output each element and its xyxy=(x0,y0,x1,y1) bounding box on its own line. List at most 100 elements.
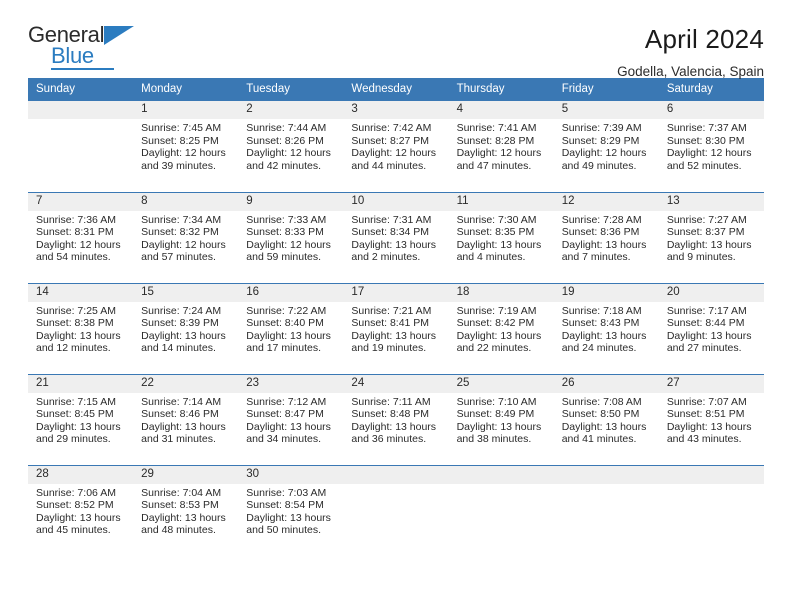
day-detail-line: Daylight: 13 hours xyxy=(141,511,226,524)
day-number: 29 xyxy=(133,465,239,484)
day-detail-line: Sunrise: 7:27 AM xyxy=(666,213,747,226)
day-detail-line: Sunrise: 7:30 AM xyxy=(456,213,537,226)
day-detail-line: Daylight: 13 hours xyxy=(561,420,647,433)
day-cell-17[interactable]: 17 Sunrise: 7:21 AM Sunset: 8:41 PM Dayligh… xyxy=(343,282,449,374)
day-detail-line: Daylight: 12 hours xyxy=(561,147,647,160)
day-detail-line: Sunset: 8:49 PM xyxy=(456,408,535,421)
day-detail-line: Sunset: 8:30 PM xyxy=(666,134,745,147)
day-cell-29[interactable]: 29 Sunrise: 7:04 AM Sunset: 8:53 PM Dayligh… xyxy=(133,464,239,556)
day-cell-18[interactable]: 18 Sunrise: 7:19 AM Sunset: 8:42 PM Dayligh… xyxy=(448,282,554,374)
day-number: 19 xyxy=(553,283,659,302)
day-cell-3[interactable]: 3 Sunrise: 7:42 AM Sunset: 8:27 PM Daylight… xyxy=(343,101,449,192)
day-detail-line: and 57 minutes. xyxy=(141,251,216,264)
day-number: 13 xyxy=(658,192,764,211)
day-number: 30 xyxy=(238,465,344,484)
day-detail-line: and 42 minutes. xyxy=(246,159,321,172)
day-cell-19[interactable]: 19 Sunrise: 7:18 AM Sunset: 8:43 PM Dayligh… xyxy=(553,282,659,374)
day-detail-line: Sunrise: 7:07 AM xyxy=(666,395,747,408)
day-detail-line: Daylight: 12 hours xyxy=(246,238,331,251)
day-details: Sunrise: 7:44 AM Sunset: 8:26 PM Daylight:… xyxy=(238,119,343,172)
day-detail-line: Sunset: 8:44 PM xyxy=(666,317,745,330)
day-number xyxy=(343,465,449,484)
day-cell-26[interactable]: 26 Sunrise: 7:08 AM Sunset: 8:50 PM Dayligh… xyxy=(553,373,659,465)
day-details: Sunrise: 7:24 AM Sunset: 8:39 PM Daylight:… xyxy=(133,302,238,355)
day-details: Sunrise: 7:08 AM Sunset: 8:50 PM Daylight:… xyxy=(554,393,659,446)
day-detail-line: Daylight: 12 hours xyxy=(141,147,226,160)
day-cell-22[interactable]: 22 Sunrise: 7:14 AM Sunset: 8:46 PM Dayligh… xyxy=(133,373,239,465)
day-cell-9[interactable]: 9 Sunrise: 7:33 AM Sunset: 8:33 PM Daylight… xyxy=(238,191,344,283)
brand-logo[interactable]: General Blue xyxy=(28,24,140,72)
page-subtitle: Godella, Valencia, Spain xyxy=(617,64,764,79)
calendar-week-row: 28 Sunrise: 7:06 AM Sunset: 8:52 PM Dayligh… xyxy=(28,464,764,556)
day-cell-7[interactable]: 7 Sunrise: 7:36 AM Sunset: 8:31 PM Daylight… xyxy=(28,191,134,283)
page-title: April 2024 xyxy=(644,24,764,54)
day-number xyxy=(28,101,134,119)
day-detail-line: Sunrise: 7:18 AM xyxy=(561,304,642,317)
day-detail-line: and 22 minutes. xyxy=(456,342,532,355)
calendar-week-row: 14 Sunrise: 7:25 AM Sunset: 8:38 PM Dayligh… xyxy=(28,282,764,374)
day-cell-4[interactable]: 4 Sunrise: 7:41 AM Sunset: 8:28 PM Daylight… xyxy=(448,101,554,192)
day-number: 21 xyxy=(28,374,134,393)
day-number: 20 xyxy=(658,283,764,302)
day-cell-28[interactable]: 28 Sunrise: 7:06 AM Sunset: 8:52 PM Dayligh… xyxy=(28,464,134,556)
weekday-header-friday: Friday xyxy=(553,78,659,101)
day-detail-line: and 43 minutes. xyxy=(666,433,742,446)
day-details: Sunrise: 7:07 AM Sunset: 8:51 PM Daylight:… xyxy=(659,393,764,446)
sunrise-sunset-calendar: Sunday Monday Tuesday Wednesday Thursday Frid… xyxy=(28,78,764,556)
day-details: Sunrise: 7:10 AM Sunset: 8:49 PM Daylight:… xyxy=(449,393,554,446)
day-details: Sunrise: 7:41 AM Sunset: 8:28 PM Daylight:… xyxy=(449,119,554,172)
day-cell-12[interactable]: 12 Sunrise: 7:28 AM Sunset: 8:36 PM Dayligh… xyxy=(553,191,659,283)
day-cell-8[interactable]: 8 Sunrise: 7:34 AM Sunset: 8:32 PM Daylight… xyxy=(133,191,239,283)
weekday-header-sunday: Sunday xyxy=(28,78,134,101)
day-detail-line: and 50 minutes. xyxy=(246,524,321,537)
day-detail-line: and 48 minutes. xyxy=(141,524,216,537)
day-cell-24[interactable]: 24 Sunrise: 7:11 AM Sunset: 8:48 PM Dayligh… xyxy=(343,373,449,465)
day-detail-line: and 19 minutes. xyxy=(351,342,427,355)
day-detail-line: Daylight: 13 hours xyxy=(36,420,121,433)
calendar-week-row: 1 Sunrise: 7:45 AM Sunset: 8:25 PM Daylight… xyxy=(28,101,764,192)
day-cell-5[interactable]: 5 Sunrise: 7:39 AM Sunset: 8:29 PM Daylight… xyxy=(553,101,659,192)
day-details: Sunrise: 7:03 AM Sunset: 8:54 PM Daylight:… xyxy=(238,484,343,537)
day-details: Sunrise: 7:22 AM Sunset: 8:40 PM Daylight:… xyxy=(238,302,343,355)
day-detail-line: Daylight: 12 hours xyxy=(246,147,331,160)
day-cell-27[interactable]: 27 Sunrise: 7:07 AM Sunset: 8:51 PM Dayligh… xyxy=(658,373,764,465)
day-cell-2[interactable]: 2 Sunrise: 7:44 AM Sunset: 8:26 PM Daylight… xyxy=(238,101,344,192)
day-cell-14[interactable]: 14 Sunrise: 7:25 AM Sunset: 8:38 PM Dayligh… xyxy=(28,282,134,374)
day-number: 1 xyxy=(133,101,239,119)
day-detail-line: and 9 minutes. xyxy=(666,251,736,264)
day-cell-23[interactable]: 23 Sunrise: 7:12 AM Sunset: 8:47 PM Dayligh… xyxy=(238,373,344,465)
day-cell-6[interactable]: 6 Sunrise: 7:37 AM Sunset: 8:30 PM Daylight… xyxy=(658,101,764,192)
day-detail-line: Sunrise: 7:17 AM xyxy=(666,304,747,317)
day-detail-line: Daylight: 13 hours xyxy=(456,420,542,433)
calendar-header-row: Sunday Monday Tuesday Wednesday Thursday Frid… xyxy=(28,78,764,101)
page-header: General Blue April 2024 Godella, Valenci… xyxy=(28,0,764,80)
day-details: Sunrise: 7:04 AM Sunset: 8:53 PM Daylight:… xyxy=(133,484,238,537)
day-cell-16[interactable]: 16 Sunrise: 7:22 AM Sunset: 8:40 PM Dayligh… xyxy=(238,282,344,374)
day-detail-line: Sunrise: 7:03 AM xyxy=(246,486,327,499)
day-detail-line: and 29 minutes. xyxy=(36,433,111,446)
day-detail-line: Daylight: 13 hours xyxy=(141,420,226,433)
day-detail-line: and 47 minutes. xyxy=(456,159,532,172)
day-number: 23 xyxy=(238,374,344,393)
brand-name-blue: Blue xyxy=(51,43,94,68)
day-cell-30[interactable]: 30 Sunrise: 7:03 AM Sunset: 8:54 PM Dayligh… xyxy=(238,464,344,556)
day-detail-line: Daylight: 13 hours xyxy=(36,329,121,342)
day-cell-10[interactable]: 10 Sunrise: 7:31 AM Sunset: 8:34 PM Dayligh… xyxy=(343,191,449,283)
day-cell-11[interactable]: 11 Sunrise: 7:30 AM Sunset: 8:35 PM Dayligh… xyxy=(448,191,554,283)
day-detail-line: and 14 minutes. xyxy=(141,342,216,355)
day-number: 18 xyxy=(448,283,554,302)
day-cell-1[interactable]: 1 Sunrise: 7:45 AM Sunset: 8:25 PM Daylight… xyxy=(133,101,239,192)
day-detail-line: Sunrise: 7:08 AM xyxy=(561,395,642,408)
day-cell-20[interactable]: 20 Sunrise: 7:17 AM Sunset: 8:44 PM Dayligh… xyxy=(658,282,764,374)
day-detail-line: Sunrise: 7:34 AM xyxy=(141,213,222,226)
day-cell-15[interactable]: 15 Sunrise: 7:24 AM Sunset: 8:39 PM Dayligh… xyxy=(133,282,239,374)
day-cell-13[interactable]: 13 Sunrise: 7:27 AM Sunset: 8:37 PM Dayligh… xyxy=(658,191,764,283)
weekday-header-monday: Monday xyxy=(133,78,239,101)
day-detail-line: Daylight: 12 hours xyxy=(36,238,121,251)
day-number: 12 xyxy=(553,192,659,211)
day-details: Sunrise: 7:39 AM Sunset: 8:29 PM Daylight:… xyxy=(554,119,659,172)
day-cell-empty xyxy=(343,464,449,556)
day-cell-21[interactable]: 21 Sunrise: 7:15 AM Sunset: 8:45 PM Dayligh… xyxy=(28,373,134,465)
day-details: Sunrise: 7:15 AM Sunset: 8:45 PM Daylight:… xyxy=(28,393,133,446)
day-cell-25[interactable]: 25 Sunrise: 7:10 AM Sunset: 8:49 PM Dayligh… xyxy=(448,373,554,465)
